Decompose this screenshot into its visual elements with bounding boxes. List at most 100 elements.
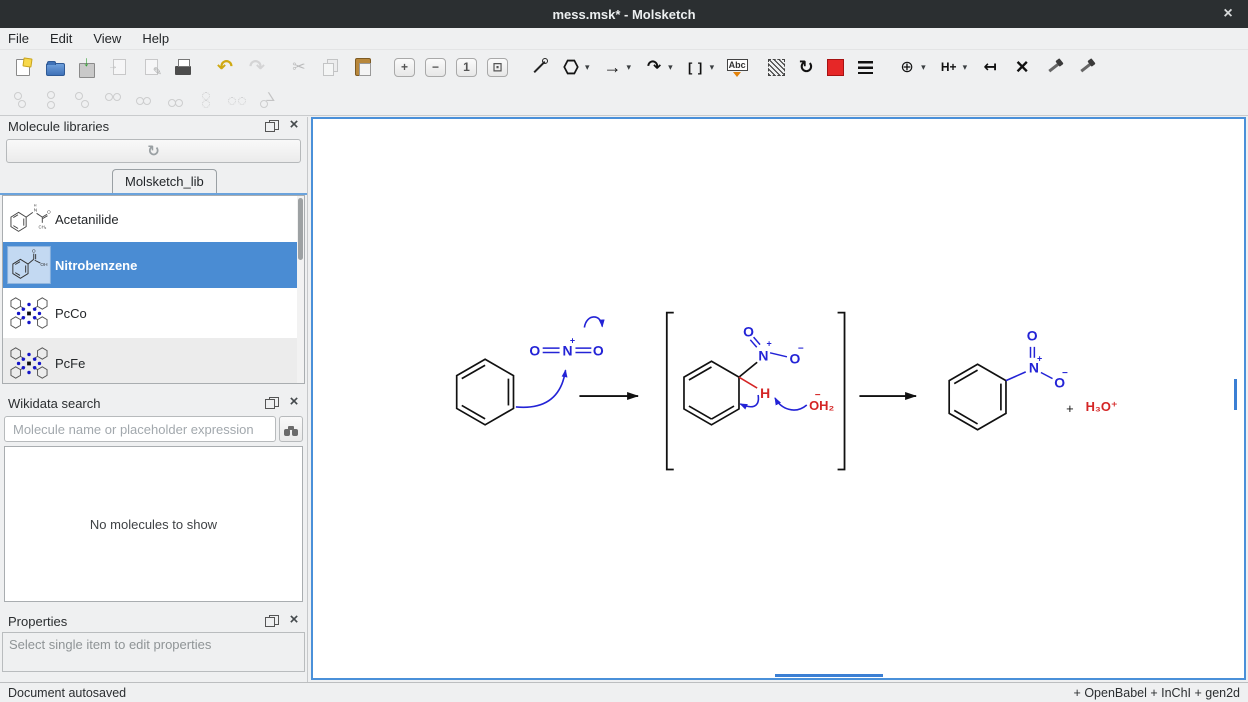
export-icon	[140, 56, 162, 78]
svg-text:N: N	[34, 207, 38, 213]
bracket-button[interactable]: ▾	[683, 54, 719, 80]
new-button[interactable]	[10, 54, 36, 80]
window-title: mess.msk* - Molsketch	[552, 7, 695, 22]
window-close-icon[interactable]: ×	[1218, 4, 1238, 24]
paste-button[interactable]	[350, 54, 376, 80]
hydrogen-dropdown-arrow[interactable]: ▾	[961, 62, 970, 73]
mechanism-arrow-dropdown-arrow[interactable]: ▾	[666, 62, 675, 73]
redo-icon	[246, 56, 268, 78]
text-button[interactable]	[724, 54, 750, 80]
redo-button[interactable]	[244, 54, 270, 80]
arenium-intermediate[interactable]: O N O + − H OH₂ −	[684, 323, 835, 424]
ring-button[interactable]: ▾	[558, 54, 594, 80]
status-bar: Document autosaved + OpenBabel + InChI +…	[0, 682, 1248, 702]
drawing-canvas[interactable]: O N O +	[311, 117, 1246, 680]
copy-icon	[320, 56, 342, 78]
zoom-out-button[interactable]	[423, 56, 448, 79]
save-button[interactable]	[74, 54, 100, 80]
draw-button[interactable]	[526, 54, 552, 80]
copy-button[interactable]	[318, 54, 344, 80]
mechanism-arrow-benzene-to-nitronium[interactable]	[516, 370, 566, 407]
flip-vertical-button[interactable]	[39, 88, 63, 112]
mechanism-arrow-nitronium-pi[interactable]	[584, 317, 602, 328]
reaction-arrow-dropdown-arrow[interactable]: ▾	[625, 62, 634, 73]
align-bottom-button[interactable]	[70, 88, 94, 112]
delete-icon	[1011, 56, 1033, 78]
mechanism-arrow-water-to-h[interactable]	[775, 398, 807, 410]
mechanism-tool-1-button[interactable]	[1041, 54, 1067, 80]
menu-edit[interactable]: Edit	[50, 31, 72, 46]
zoom-in-button[interactable]	[392, 56, 417, 79]
color-button[interactable]	[825, 57, 846, 78]
wikidata-search-input[interactable]	[4, 416, 276, 442]
library-item-nitrobenzene[interactable]: OOHNitrobenzene	[3, 242, 304, 288]
charge-button[interactable]: ▾	[894, 54, 930, 80]
shrink-arrow-button[interactable]	[977, 54, 1003, 80]
menu-file[interactable]: File	[8, 31, 29, 46]
menu-help[interactable]: Help	[142, 31, 169, 46]
cut-button[interactable]	[286, 54, 312, 80]
properties-close-icon[interactable]: ×	[287, 614, 301, 628]
canvas-vscrollbar[interactable]	[1234, 379, 1237, 410]
zoom-fit-button[interactable]	[485, 56, 510, 79]
print-button[interactable]	[170, 54, 196, 80]
delete-button[interactable]	[1009, 54, 1035, 80]
distribute-vertical-button[interactable]	[225, 88, 249, 112]
nitronium-ion[interactable]: O N O +	[529, 335, 604, 358]
hydronium-label[interactable]: H₃O⁺	[1086, 399, 1118, 414]
hydrogen-button[interactable]: ▾	[936, 54, 972, 80]
ring-dropdown-arrow[interactable]: ▾	[583, 62, 592, 73]
undo-button[interactable]	[212, 54, 238, 80]
wikidata-close-icon[interactable]: ×	[287, 396, 301, 410]
library-item-acetanilide[interactable]: NHOCH₃Acetanilide	[3, 196, 304, 242]
zoom-original-icon	[456, 58, 477, 77]
align-right-button[interactable]	[163, 88, 187, 112]
plus-sign: +	[1066, 401, 1074, 416]
hatch-button[interactable]	[766, 57, 787, 78]
tab-molsketch-lib[interactable]: Molsketch_lib	[112, 169, 217, 193]
charge-dropdown-arrow[interactable]: ▾	[919, 62, 928, 73]
library-item-pcfe[interactable]: PcFe	[3, 338, 304, 384]
menu-view[interactable]: View	[93, 31, 121, 46]
properties-float-icon[interactable]	[265, 615, 279, 627]
mechanism-tool-1-icon	[1043, 56, 1065, 78]
wikidata-search-button[interactable]	[279, 416, 303, 442]
dock-splitter-2[interactable]	[0, 602, 307, 612]
mechanism-arrow-button[interactable]: ▾	[641, 54, 677, 80]
title-bar: mess.msk* - Molsketch ×	[0, 0, 1248, 28]
libraries-close-icon[interactable]: ×	[287, 119, 301, 133]
color-icon	[827, 59, 844, 76]
import-button[interactable]	[106, 54, 132, 80]
libraries-float-icon[interactable]	[265, 120, 279, 132]
shrink-arrow-icon	[979, 56, 1001, 78]
align-top-button[interactable]	[101, 88, 125, 112]
flip-horizontal-button[interactable]	[8, 88, 32, 112]
svg-text:O: O	[47, 209, 51, 215]
bracket-icon	[685, 56, 707, 78]
molecule-libraries-panel: Molecule libraries × ↻ Molsketch_lib NHO…	[0, 117, 307, 384]
align-left-button[interactable]	[132, 88, 156, 112]
zoom-original-button[interactable]	[454, 56, 479, 79]
rotate-button[interactable]	[793, 54, 819, 80]
libraries-refresh-button[interactable]: ↻	[6, 139, 301, 163]
reactant-benzene[interactable]	[457, 359, 514, 425]
wikidata-float-icon[interactable]	[265, 397, 279, 409]
set-angle-button[interactable]	[256, 88, 280, 112]
open-button[interactable]	[42, 54, 68, 80]
line-width-button[interactable]	[852, 54, 878, 80]
export-button[interactable]	[138, 54, 164, 80]
mechanism-tool-2-button[interactable]	[1073, 54, 1099, 80]
product-nitrobenzene[interactable]: O N O + − + H₃O⁺	[949, 327, 1118, 429]
mechanism-arrow-ch-to-ring[interactable]	[740, 395, 758, 407]
properties-hint: Select single item to edit properties	[9, 637, 211, 652]
library-item-pcco[interactable]: PcCo	[3, 288, 304, 338]
reaction-arrow-button[interactable]: ▾	[600, 54, 636, 80]
save-icon	[76, 56, 98, 78]
dock-splitter-1[interactable]	[0, 384, 307, 394]
library-scrollbar[interactable]	[297, 196, 304, 383]
distribute-horizontal-button[interactable]	[194, 88, 218, 112]
library-item-label: Nitrobenzene	[55, 258, 137, 273]
align-left-icon	[134, 90, 154, 110]
canvas-hscrollbar[interactable]	[775, 674, 883, 677]
bracket-dropdown-arrow[interactable]: ▾	[708, 62, 717, 73]
